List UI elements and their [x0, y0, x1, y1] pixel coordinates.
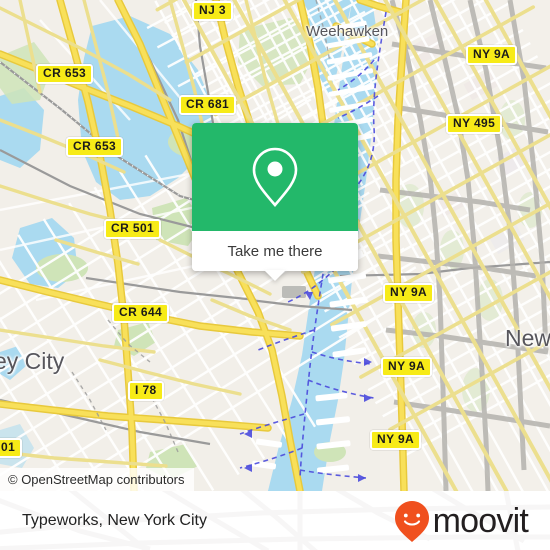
place-label-jersey-city: ey City [0, 348, 65, 374]
take-me-there-label: Take me there [227, 242, 323, 260]
road-shield-ny-9a-3: NY 9A [381, 357, 433, 377]
place-label-new-york: New Y [505, 325, 550, 351]
map-canvas[interactable]: Weehawken New Y ey City NJ 3 NY 9A CR 65… [0, 0, 550, 491]
footer-bar: Typeworks, New York City moovit [0, 491, 550, 550]
road-shield-cr-653-2: CR 653 [66, 137, 124, 157]
road-shield-nj-3: NJ 3 [192, 1, 233, 21]
road-shield-ny-495: NY 495 [446, 114, 503, 134]
road-shield-cr-644: CR 644 [112, 303, 170, 323]
road-shield-ny-9a-4: NY 9A [370, 430, 422, 450]
road-shield-ny-9a-1: NY 9A [466, 45, 518, 65]
popup-pin-area [192, 123, 358, 231]
footer-place-title: Typeworks, New York City [22, 511, 207, 529]
location-pin-icon [252, 147, 298, 207]
map-screenshot: Weehawken New Y ey City NJ 3 NY 9A CR 65… [0, 0, 550, 550]
road-shield-ny-9a-2: NY 9A [383, 283, 435, 303]
moovit-wordmark: moovit [432, 501, 529, 540]
road-shield-cr-501: CR 501 [104, 219, 162, 239]
take-me-there-button[interactable]: Take me there [192, 231, 358, 271]
attribution-text: © OpenStreetMap contributors [8, 472, 185, 487]
place-label-weehawken: Weehawken [306, 23, 389, 40]
road-shield-cr-501-edge: 01 [0, 438, 23, 458]
road-shield-i-78: I 78 [128, 381, 164, 401]
road-shield-cr-653-1: CR 653 [36, 64, 94, 84]
moovit-smiling-pin-logo [394, 500, 429, 542]
map-attribution[interactable]: © OpenStreetMap contributors [0, 468, 194, 491]
location-popup[interactable]: Take me there [192, 123, 358, 281]
popup-tail-pointer [264, 270, 286, 281]
road-shield-cr-681: CR 681 [179, 95, 237, 115]
moovit-brand[interactable]: moovit [392, 499, 529, 543]
